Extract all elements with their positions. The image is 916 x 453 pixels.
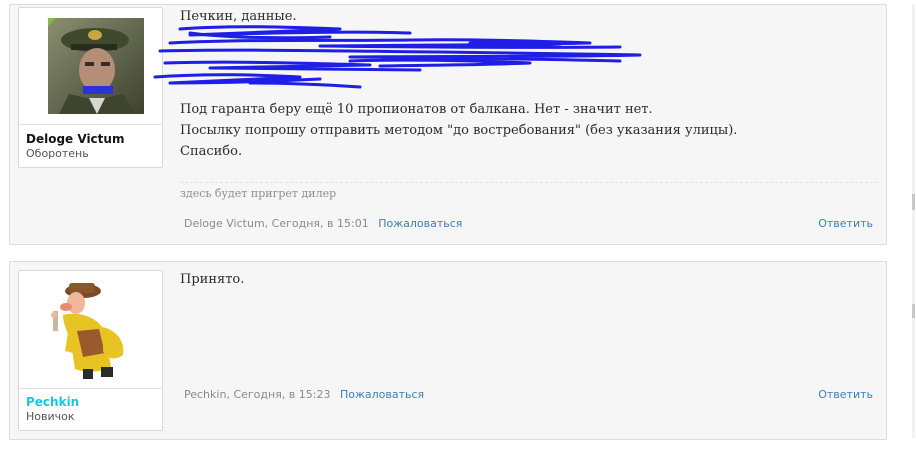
scrollbar-mark [912,194,915,210]
avatar[interactable] [19,271,162,389]
report-link[interactable]: Пожаловаться [340,388,424,401]
message-line: Под гаранта беру ещё 10 пропионатов от б… [180,102,653,117]
report-link[interactable]: Пожаловаться [378,217,462,230]
message-body: Принято. [180,269,874,290]
username[interactable]: Pechkin [26,395,79,410]
scrollbar-mark [912,304,915,318]
reply-link[interactable]: Ответить [818,217,873,230]
user-title: Новичок [26,410,75,423]
user-block: Pechkin Новичок [18,270,171,431]
page-scrollbar[interactable] [912,4,915,438]
post-pechkin: Pechkin Новичок Принято. Pechkin, Сегодн… [9,261,887,440]
message-line: Спасибо. [180,144,243,159]
post-time[interactable]: Сегодня, в 15:23 [233,388,330,401]
post-author[interactable]: Pechkin [184,388,226,401]
message-line: Посылку попрошу отправить методом "до во… [180,123,738,138]
message-line: Принято. [180,272,245,287]
reply-link[interactable]: Ответить [818,388,873,401]
userblock-arrow [163,280,171,296]
username[interactable]: Deloge Victum [26,132,124,147]
scribble-redaction-icon [153,25,642,89]
avatar-soldier-photo-icon [48,18,144,114]
signature: здесь будет пригрет дилер [180,182,878,200]
post-meta: Pechkin, Сегодня, в 15:23 Пожаловаться [184,388,425,401]
post-author[interactable]: Deloge Victum [184,217,265,230]
post-time[interactable]: Сегодня, в 15:01 [272,217,369,230]
user-title: Оборотень [26,147,89,160]
avatar-cartoon-postman-icon [51,283,124,379]
post-meta: Deloge Victum, Сегодня, в 15:01 Пожалова… [184,217,463,230]
avatar[interactable] [19,8,162,125]
post-deloge-victum: Deloge Victum Оборотень Печкин, данные. … [9,4,887,245]
user-block: Deloge Victum Оборотень [18,7,171,168]
